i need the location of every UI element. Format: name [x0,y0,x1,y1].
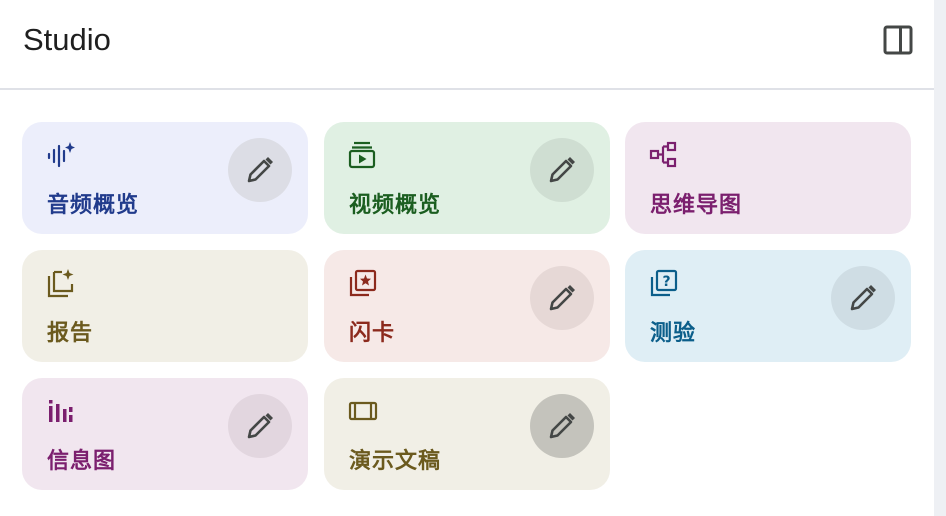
card-label: 思维导图 [650,193,743,218]
quiz-icon: ? [650,269,678,297]
quiz-card[interactable]: ? 测验 [625,250,911,362]
pencil-icon [549,413,575,439]
side-panel-icon [883,25,913,55]
slides-icon [348,401,378,421]
mind-map-card[interactable]: 思维导图 [625,122,911,234]
infographic-icon [49,400,73,422]
pencil-icon [549,285,575,311]
studio-panel: Studio 音频概览 视频概览 思维导图 报告 闪卡 ? 测验 信息图 演示文… [0,0,934,516]
pencil-icon [247,157,273,183]
card-label: 信息图 [47,449,117,474]
audio-waveform-sparkle-icon [47,142,75,168]
slides-card[interactable]: 演示文稿 [324,378,610,490]
flashcards-icon [349,269,377,297]
edit-button[interactable] [530,394,594,458]
card-label: 报告 [47,321,94,346]
infographic-card[interactable]: 信息图 [22,378,308,490]
card-label: 演示文稿 [349,449,442,474]
page-title: Studio [23,22,111,57]
collapse-panel-button[interactable] [878,20,918,60]
card-label: 闪卡 [349,321,396,346]
report-card[interactable]: 报告 [22,250,308,362]
card-label: 测验 [650,321,697,346]
mind-map-icon [649,141,677,168]
studio-header: Studio [0,0,934,90]
card-label: 音频概览 [47,193,140,218]
edit-button[interactable] [530,138,594,202]
edit-button[interactable] [228,394,292,458]
report-sparkle-icon [47,269,74,298]
edit-button[interactable] [530,266,594,330]
pencil-icon [247,413,273,439]
edit-button[interactable] [228,138,292,202]
svg-text:?: ? [662,274,670,290]
flashcards-card[interactable]: 闪卡 [324,250,610,362]
video-overview-card[interactable]: 视频概览 [324,122,610,234]
video-playlist-icon [348,141,376,169]
card-label: 视频概览 [349,193,442,218]
pencil-icon [549,157,575,183]
pencil-icon [850,285,876,311]
edit-button[interactable] [831,266,895,330]
scrollbar-track[interactable] [934,0,946,516]
audio-overview-card[interactable]: 音频概览 [22,122,308,234]
